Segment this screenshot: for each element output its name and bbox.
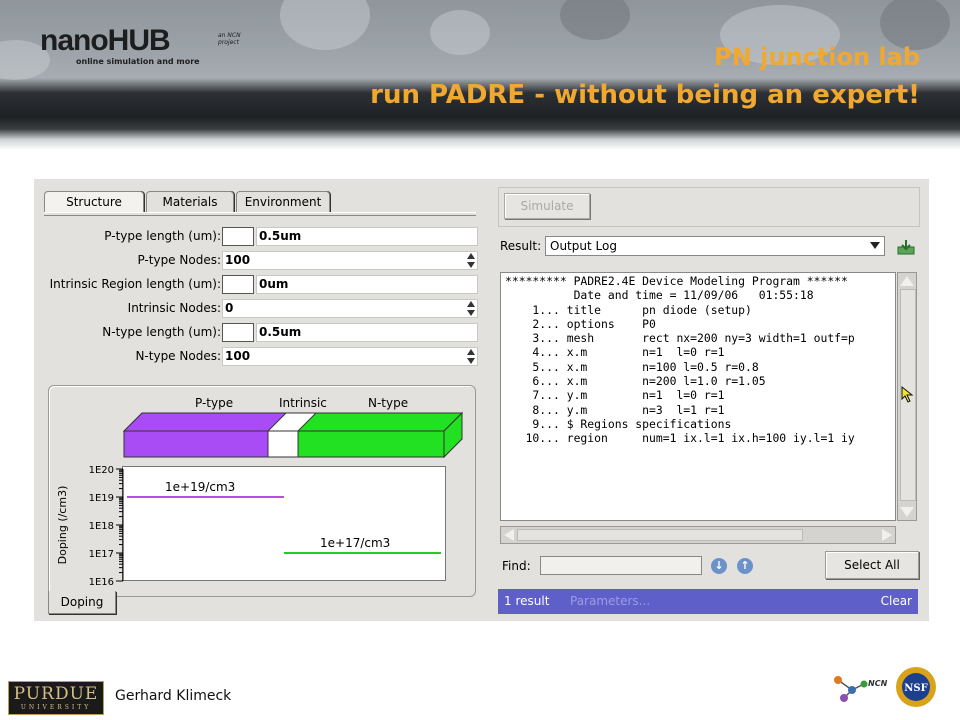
label-p-type: P-type — [195, 396, 234, 410]
input-pane: Structure Materials Environment P-type l… — [34, 179, 486, 621]
log-line: 4... x.m n=1 l=0 r=1 — [505, 345, 725, 360]
y-tick-label: 1E20 — [89, 465, 114, 476]
result-label: Result: — [500, 239, 542, 253]
status-bar: 1 result Parameters... Clear — [498, 589, 918, 614]
p-length-input[interactable]: 0.5um — [256, 227, 478, 246]
nsf-text: NSF — [904, 683, 927, 694]
find-previous-button[interactable]: ↑ — [737, 558, 753, 574]
y-tick-label: 1E17 — [89, 549, 114, 560]
scroll-right-icon[interactable] — [882, 529, 892, 541]
log-horizontal-scrollbar[interactable] — [500, 526, 896, 544]
doping-y-axis-label: Doping (/cm3) — [56, 486, 69, 565]
nanohub-logo[interactable]: nanoHUB online simulation and more an NC… — [40, 24, 260, 70]
result-select[interactable]: Output Log — [545, 236, 885, 256]
log-line: ********* PADRE2.4E Device Modeling Prog… — [505, 274, 848, 288]
p-nodes-label: P-type Nodes: — [137, 253, 221, 267]
logo-word-nano: nano — [40, 24, 109, 57]
n-doping-annotation: 1e+17/cm3 — [320, 536, 390, 550]
logo-word-hub: HUB — [107, 24, 171, 57]
scroll-down-icon[interactable] — [900, 507, 914, 517]
log-line: 1... title pn diode (setup) — [505, 302, 752, 317]
purdue-subtext: UNIVERSITY — [20, 704, 92, 711]
n-nodes-input[interactable]: 100 — [222, 347, 478, 366]
label-intrinsic: Intrinsic — [279, 396, 327, 410]
log-line: 10... region num=1 ix.l=1 ix.h=100 iy.l=… — [505, 431, 855, 446]
scroll-left-icon[interactable] — [504, 529, 514, 541]
log-line: 7... y.m n=1 l=0 r=1 — [505, 388, 725, 403]
hscroll-thumb[interactable] — [517, 529, 803, 541]
select-all-button[interactable]: Select All — [825, 551, 919, 579]
tab-materials[interactable]: Materials — [146, 191, 234, 212]
chevron-down-icon — [870, 242, 880, 249]
purdue-wordmark: PURDUE — [13, 684, 99, 704]
slide-header: nanoHUB online simulation and more an NC… — [0, 0, 960, 150]
y-tick-label: 1E16 — [89, 577, 114, 587]
form-row-n-nodes: N-type Nodes: 100 — [34, 347, 486, 367]
find-next-button[interactable]: ↓ — [711, 558, 727, 574]
form-row-p-nodes: P-type Nodes: 100 — [34, 251, 486, 271]
logo-tagline: online simulation and more — [76, 57, 200, 66]
tab-structure[interactable]: Structure — [44, 191, 144, 212]
log-line: 3... mesh rect nx=200 ny=3 width=1 outf=… — [505, 331, 855, 346]
doping-chart: 1E20 1E19 1E18 1E17 1E16 Doping (/cm3) 1e+19… — [56, 465, 441, 587]
log-line: 6... x.m n=200 l=1.0 r=1.05 — [505, 374, 766, 389]
log-line: 5... x.m n=100 l=0.5 r=0.8 — [505, 359, 759, 374]
find-label: Find: — [502, 559, 531, 573]
logo-partner: an NCN project — [218, 32, 241, 46]
result-count: 1 result — [504, 594, 550, 608]
form-row-i-length: Intrinsic Region length (um): 0um — [34, 275, 486, 295]
log-line: 9... $ Regions specifications — [505, 416, 732, 431]
p-region — [123, 430, 269, 458]
p-doping-annotation: 1e+19/cm3 — [165, 480, 235, 494]
form-row-i-nodes: Intrinsic Nodes: 0 — [34, 299, 486, 319]
output-log[interactable]: ********* PADRE2.4E Device Modeling Prog… — [500, 272, 896, 521]
scroll-up-icon[interactable] — [900, 276, 914, 286]
n-length-unit-box[interactable] — [222, 323, 254, 342]
y-tick-label: 1E19 — [89, 493, 114, 504]
y-tick-label: 1E18 — [89, 521, 114, 532]
tab-environment[interactable]: Environment — [236, 191, 330, 212]
n-length-input[interactable]: 0.5um — [256, 323, 478, 342]
n-nodes-label: N-type Nodes: — [135, 349, 221, 363]
parameters-link[interactable]: Parameters... — [570, 589, 650, 614]
n-length-label: N-type length (um): — [102, 325, 221, 339]
pn-junction-app: Structure Materials Environment P-type l… — [34, 179, 929, 621]
slide-title: PN junction lab — [714, 43, 920, 71]
i-nodes-label: Intrinsic Nodes: — [127, 301, 221, 315]
p-length-unit-box[interactable] — [222, 227, 254, 246]
tab-doping[interactable]: Doping — [48, 591, 116, 614]
purdue-logo: PURDUE UNIVERSITY — [8, 681, 104, 715]
mouse-cursor-icon — [901, 385, 914, 403]
log-line: 8... y.m n=3 l=1 r=1 — [505, 402, 725, 417]
p-nodes-input[interactable]: 100 — [222, 251, 478, 270]
ncn-logo: NCN — [834, 676, 888, 702]
nsf-logo: NSF — [896, 667, 936, 707]
p-length-label: P-type length (um): — [104, 229, 221, 243]
form-row-n-length: N-type length (um): 0.5um — [34, 323, 486, 343]
slide-subtitle: run PADRE - without being an expert! — [370, 80, 920, 110]
p-nodes-spinner[interactable] — [466, 253, 476, 268]
log-line: 2... options P0 — [505, 316, 656, 331]
find-input[interactable] — [540, 556, 702, 575]
log-line: Date and time = 11/09/06 01:55:18 — [505, 288, 814, 303]
author-name: Gerhard Klimeck — [115, 688, 232, 704]
result-select-value: Output Log — [550, 239, 617, 253]
i-nodes-input[interactable]: 0 — [222, 299, 478, 318]
clear-button[interactable]: Clear — [881, 589, 912, 614]
i-length-label: Intrinsic Region length (um): — [49, 277, 221, 291]
simulate-button[interactable]: Simulate — [504, 193, 590, 219]
download-icon[interactable] — [897, 239, 915, 255]
n-nodes-spinner[interactable] — [466, 349, 476, 364]
i-length-input[interactable]: 0um — [256, 275, 478, 294]
i-region — [267, 430, 299, 458]
label-n-type: N-type — [368, 396, 409, 410]
n-region-top — [296, 412, 464, 432]
form-row-p-length: P-type length (um): 0.5um — [34, 227, 486, 247]
i-length-unit-box[interactable] — [222, 275, 254, 294]
i-nodes-spinner[interactable] — [466, 301, 476, 316]
ncn-text: NCN — [868, 679, 888, 688]
n-region — [297, 430, 445, 458]
tab-divider — [44, 212, 476, 216]
